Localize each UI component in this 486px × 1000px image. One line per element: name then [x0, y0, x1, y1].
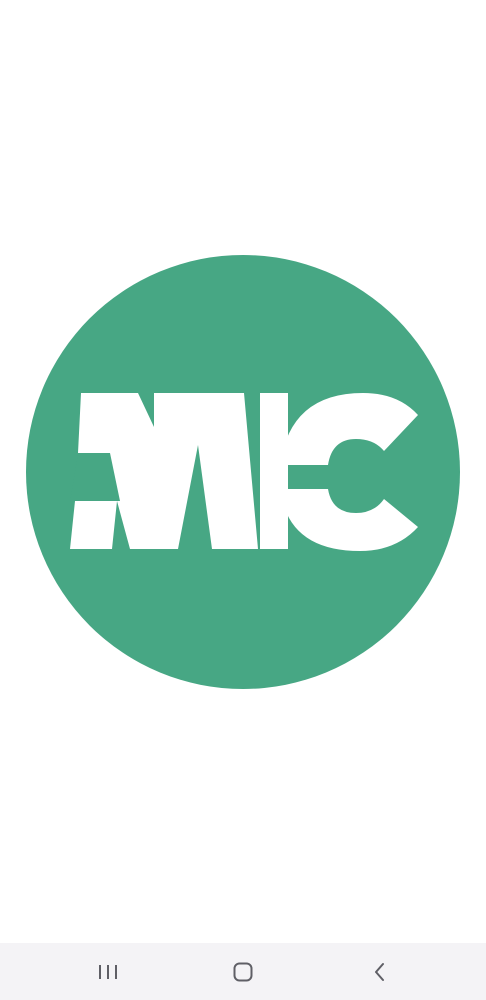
- system-navigation-bar: [0, 943, 486, 1000]
- home-button[interactable]: [203, 943, 283, 1000]
- back-icon: [375, 962, 384, 981]
- recents-icon: [99, 964, 117, 979]
- recents-button[interactable]: [68, 943, 148, 1000]
- mc-logo: [26, 255, 460, 689]
- back-button[interactable]: [340, 943, 420, 1000]
- mc-logo-icon: [26, 255, 460, 689]
- splash-screen: [0, 0, 486, 1000]
- home-icon: [233, 962, 253, 981]
- logo-letter-c-stem: [260, 393, 288, 549]
